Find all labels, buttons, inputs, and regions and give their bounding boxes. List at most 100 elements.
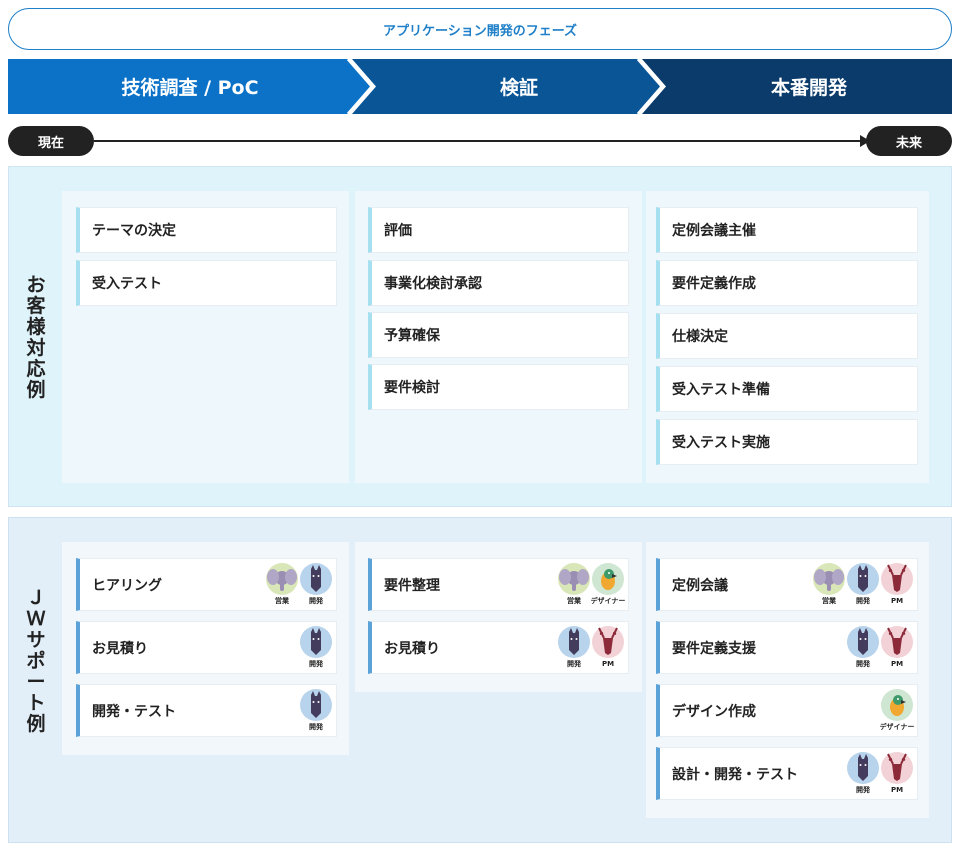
support-title-char: 例 <box>26 713 46 735</box>
support-item-label: 要件整理 <box>384 577 440 594</box>
horse-icon <box>847 626 879 658</box>
role-avatars: 営業 開発 PM <box>813 563 913 606</box>
horse-icon <box>847 752 879 784</box>
support-item: デザイン作成 デザイナー <box>656 684 918 737</box>
role-label: 営業 <box>567 597 581 605</box>
horse-icon <box>300 689 332 721</box>
role-label: 開発 <box>856 786 870 794</box>
role-avatar-sales: 営業 <box>558 563 590 606</box>
support-item: 要件整理 営業 デザイナー <box>368 558 629 611</box>
customer-item: 予算確保 <box>368 312 629 358</box>
role-label: 営業 <box>275 597 289 605</box>
customer-section: お客様対応例 テーマの決定 受入テスト 評価 事業化検討承認 予算確保 要件検討… <box>8 166 952 507</box>
support-item-label: 定例会議 <box>672 577 728 594</box>
elephant-icon <box>558 563 590 595</box>
horse-icon <box>847 563 879 595</box>
role-label: 開発 <box>567 660 581 668</box>
timeline-end: 未来 <box>866 126 952 156</box>
role-label: 開発 <box>856 597 870 605</box>
horse-icon <box>300 563 332 595</box>
role-label: デザイナー <box>590 597 626 605</box>
customer-item: 定例会議主催 <box>656 207 918 253</box>
customer-item: 要件定義作成 <box>656 260 918 306</box>
support-title-char: ポ <box>26 650 46 672</box>
role-avatars: 営業 開発 <box>266 563 332 606</box>
role-avatar-pm: PM <box>592 626 624 669</box>
role-avatar-pm: PM <box>881 563 913 606</box>
phase-arrows: 技術調査 / PoC 検証 本番開発 <box>8 59 952 114</box>
support-column-1: ヒアリング 営業 開発 お見積り 開発 開発・テスト 開発 <box>62 542 349 755</box>
phase-header-title: アプリケーション開発のフェーズ <box>382 23 578 39</box>
customer-column-1: テーマの決定 受入テスト <box>62 191 349 483</box>
role-avatar-sales: 営業 <box>813 563 845 606</box>
role-label: PM <box>890 597 904 605</box>
role-avatar-dev: 開発 <box>300 563 332 606</box>
role-avatars: 開発 <box>300 626 332 669</box>
role-avatar-dev: 開発 <box>847 626 879 669</box>
antelope-icon <box>592 626 624 658</box>
role-label: 営業 <box>822 597 836 605</box>
support-title-char: サ <box>26 629 46 651</box>
customer-item: 事業化検討承認 <box>368 260 629 306</box>
support-title-char: Ｗ <box>26 608 46 630</box>
customer-item: テーマの決定 <box>76 207 337 253</box>
role-label: PM <box>601 660 615 668</box>
antelope-icon <box>881 752 913 784</box>
customer-title-char: 様 <box>26 316 46 338</box>
antelope-icon <box>881 563 913 595</box>
customer-title-char: 例 <box>26 379 46 401</box>
parrot-icon <box>592 563 624 595</box>
support-column-2: 要件整理 営業 デザイナー お見積り 開発 PM <box>355 542 642 692</box>
role-label: PM <box>890 660 904 668</box>
role-avatar-dev: 開発 <box>300 689 332 732</box>
support-item: 定例会議 営業 開発 PM <box>656 558 918 611</box>
horse-icon <box>300 626 332 658</box>
role-avatars: 開発 PM <box>558 626 624 669</box>
role-avatar-sales: 営業 <box>266 563 298 606</box>
support-item-label: 設計・開発・テスト <box>672 766 798 783</box>
phase-2-label: 検証 <box>499 77 538 99</box>
support-item-label: ヒアリング <box>92 577 162 594</box>
role-avatar-dev: 開発 <box>847 563 879 606</box>
support-title-char: ー <box>26 671 46 693</box>
customer-title-char: 応 <box>26 358 46 380</box>
customer-item: 受入テスト <box>76 260 337 306</box>
role-label: 開発 <box>309 723 323 731</box>
support-title-char: ト <box>26 692 46 714</box>
role-avatar-designer: デザイナー <box>879 689 915 732</box>
role-label: PM <box>890 786 904 794</box>
phase-3-label: 本番開発 <box>770 77 847 99</box>
customer-item: 要件検討 <box>368 364 629 410</box>
customer-item: 受入テスト準備 <box>656 366 918 412</box>
horse-icon <box>558 626 590 658</box>
role-avatars: 営業 デザイナー <box>558 563 626 606</box>
role-avatar-designer: デザイナー <box>590 563 626 606</box>
role-avatar-dev: 開発 <box>847 752 879 795</box>
support-section: ＪＷサポート例 ヒアリング 営業 開発 お見積り 開発 開発・テスト 開発 要件整理 営業 デザ… <box>8 517 952 843</box>
timeline: 現在 未来 <box>8 126 952 156</box>
role-label: デザイナー <box>879 723 915 731</box>
role-avatar-pm: PM <box>881 626 913 669</box>
customer-item: 仕様決定 <box>656 313 918 359</box>
role-avatar-pm: PM <box>881 752 913 795</box>
support-item: お見積り 開発 PM <box>368 621 629 674</box>
role-label: 開発 <box>309 660 323 668</box>
timeline-start: 現在 <box>8 126 94 156</box>
support-item-label: 開発・テスト <box>92 703 176 720</box>
antelope-icon <box>881 626 913 658</box>
support-item: お見積り開発 <box>76 621 337 674</box>
role-label: 開発 <box>856 660 870 668</box>
elephant-icon <box>266 563 298 595</box>
role-avatar-dev: 開発 <box>558 626 590 669</box>
customer-item: 評価 <box>368 207 629 253</box>
support-item-label: お見積り <box>92 640 148 657</box>
customer-column-3: 定例会議主催 要件定義作成 仕様決定 受入テスト準備 受入テスト実施 <box>646 191 929 483</box>
role-avatars: 開発 <box>300 689 332 732</box>
customer-column-2: 評価 事業化検討承認 予算確保 要件検討 <box>355 191 642 483</box>
customer-section-title: お客様対応例 <box>9 275 63 401</box>
support-column-3: 定例会議 営業 開発 PM 要件定義支援 開発 PM デザイン作成 デザイナー 設計・開発・テスト… <box>646 542 929 818</box>
role-label: 開発 <box>309 597 323 605</box>
phase-1-label: 技術調査 / PoC <box>121 77 259 99</box>
phase-header: アプリケーション開発のフェーズ <box>8 8 952 50</box>
support-item: ヒアリング 営業 開発 <box>76 558 337 611</box>
